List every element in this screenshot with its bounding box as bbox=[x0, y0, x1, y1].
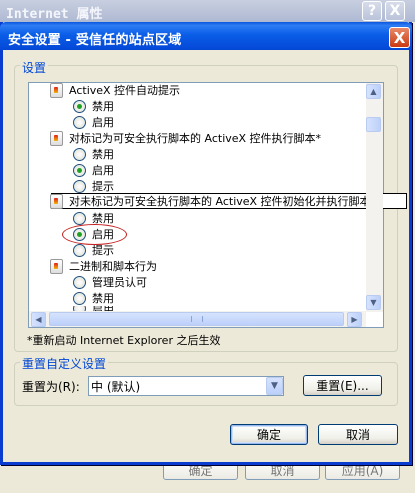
setting-option[interactable]: 禁用 bbox=[73, 146, 114, 162]
option-label: 禁用 bbox=[92, 148, 114, 161]
background-close-button[interactable]: X bbox=[385, 1, 405, 21]
setting-category-icon bbox=[50, 258, 63, 274]
scroll-left-button[interactable]: ◀ bbox=[31, 312, 46, 327]
radio-button[interactable] bbox=[73, 115, 86, 129]
restart-note: *重新启动 Internet Explorer 之后生效 bbox=[27, 334, 221, 347]
cancel-button[interactable]: 取消 bbox=[318, 424, 398, 445]
setting-category-label: 对标记为可安全执行脚本的 ActiveX 控件执行脚本* bbox=[69, 132, 322, 145]
scroll-down-button[interactable]: ▼ bbox=[366, 295, 381, 310]
settings-group-label: 设置 bbox=[20, 59, 49, 76]
reset-group-label: 重置自定义设置 bbox=[20, 355, 109, 372]
radio-button[interactable] bbox=[73, 179, 86, 193]
option-label: 提示 bbox=[92, 180, 114, 193]
dialog-title: 安全设置 - 受信任的站点区域 bbox=[8, 33, 182, 48]
setting-category-label: 二进制和脚本行为 bbox=[69, 260, 157, 273]
radio-button[interactable] bbox=[73, 99, 86, 113]
close-icon: X bbox=[393, 28, 406, 47]
ok-button[interactable]: 确定 bbox=[230, 424, 308, 445]
reset-level-select[interactable]: 中 (默认) bbox=[88, 376, 284, 396]
dropdown-button[interactable]: ▼ bbox=[266, 377, 283, 395]
reset-to-label: 重置为(R): bbox=[22, 380, 80, 394]
triangle-down-icon: ▼ bbox=[370, 298, 377, 307]
scroll-right-button[interactable]: ▶ bbox=[347, 312, 362, 327]
reset-level-value: 中 (默认) bbox=[91, 379, 141, 394]
radio-button[interactable] bbox=[73, 243, 86, 257]
setting-category: 对未标记为可安全执行脚本的 ActiveX 控件初始化并执行脚本 bbox=[50, 193, 371, 209]
setting-option[interactable]: 禁用 bbox=[73, 290, 114, 306]
dialog-close-button[interactable]: X bbox=[389, 27, 410, 48]
triangle-left-icon: ◀ bbox=[35, 315, 42, 324]
setting-option[interactable]: 启用 bbox=[73, 114, 114, 130]
scroll-grip-icon bbox=[191, 316, 203, 322]
scroll-up-button[interactable]: ▲ bbox=[366, 84, 381, 99]
setting-category: 对标记为可安全执行脚本的 ActiveX 控件执行脚本* bbox=[50, 130, 321, 146]
radio-button[interactable] bbox=[73, 291, 86, 305]
setting-option[interactable]: 管理员认可 bbox=[73, 274, 147, 290]
option-label: 启用 bbox=[92, 116, 114, 129]
option-label: 禁用 bbox=[92, 100, 114, 113]
triangle-right-icon: ▶ bbox=[351, 315, 358, 324]
radio-button[interactable] bbox=[73, 211, 86, 225]
setting-category-icon bbox=[50, 130, 63, 146]
radio-button[interactable] bbox=[73, 275, 86, 289]
setting-category: 二进制和脚本行为 bbox=[50, 258, 157, 274]
setting-category-label: 对未标记为可安全执行脚本的 ActiveX 控件初始化并执行脚本 bbox=[69, 195, 371, 208]
setting-category-icon bbox=[50, 193, 63, 209]
triangle-up-icon: ▲ bbox=[370, 87, 377, 96]
option-label: 禁用 bbox=[92, 292, 114, 305]
chevron-down-icon: ▼ bbox=[271, 381, 278, 391]
vertical-scroll-thumb[interactable] bbox=[366, 117, 381, 132]
radio-button[interactable] bbox=[73, 147, 86, 161]
background-window-title: Internet 属性 bbox=[6, 7, 103, 22]
radio-button[interactable] bbox=[73, 163, 86, 177]
close-icon: X bbox=[389, 3, 401, 19]
setting-category-label: ActiveX 控件自动提示 bbox=[69, 84, 181, 97]
setting-option[interactable]: 启用 bbox=[73, 162, 114, 178]
annotation-ellipse bbox=[62, 224, 127, 245]
option-label: 管理员认可 bbox=[92, 276, 147, 289]
option-label: 启用 bbox=[92, 164, 114, 177]
setting-option[interactable]: 提示 bbox=[73, 178, 114, 194]
reset-button[interactable]: 重置(E)... bbox=[303, 375, 382, 396]
setting-category-icon bbox=[50, 82, 63, 98]
help-icon: ? bbox=[367, 3, 377, 19]
setting-category: ActiveX 控件自动提示 bbox=[50, 82, 180, 98]
setting-option[interactable]: 禁用 bbox=[73, 98, 114, 114]
help-button[interactable]: ? bbox=[362, 1, 382, 21]
